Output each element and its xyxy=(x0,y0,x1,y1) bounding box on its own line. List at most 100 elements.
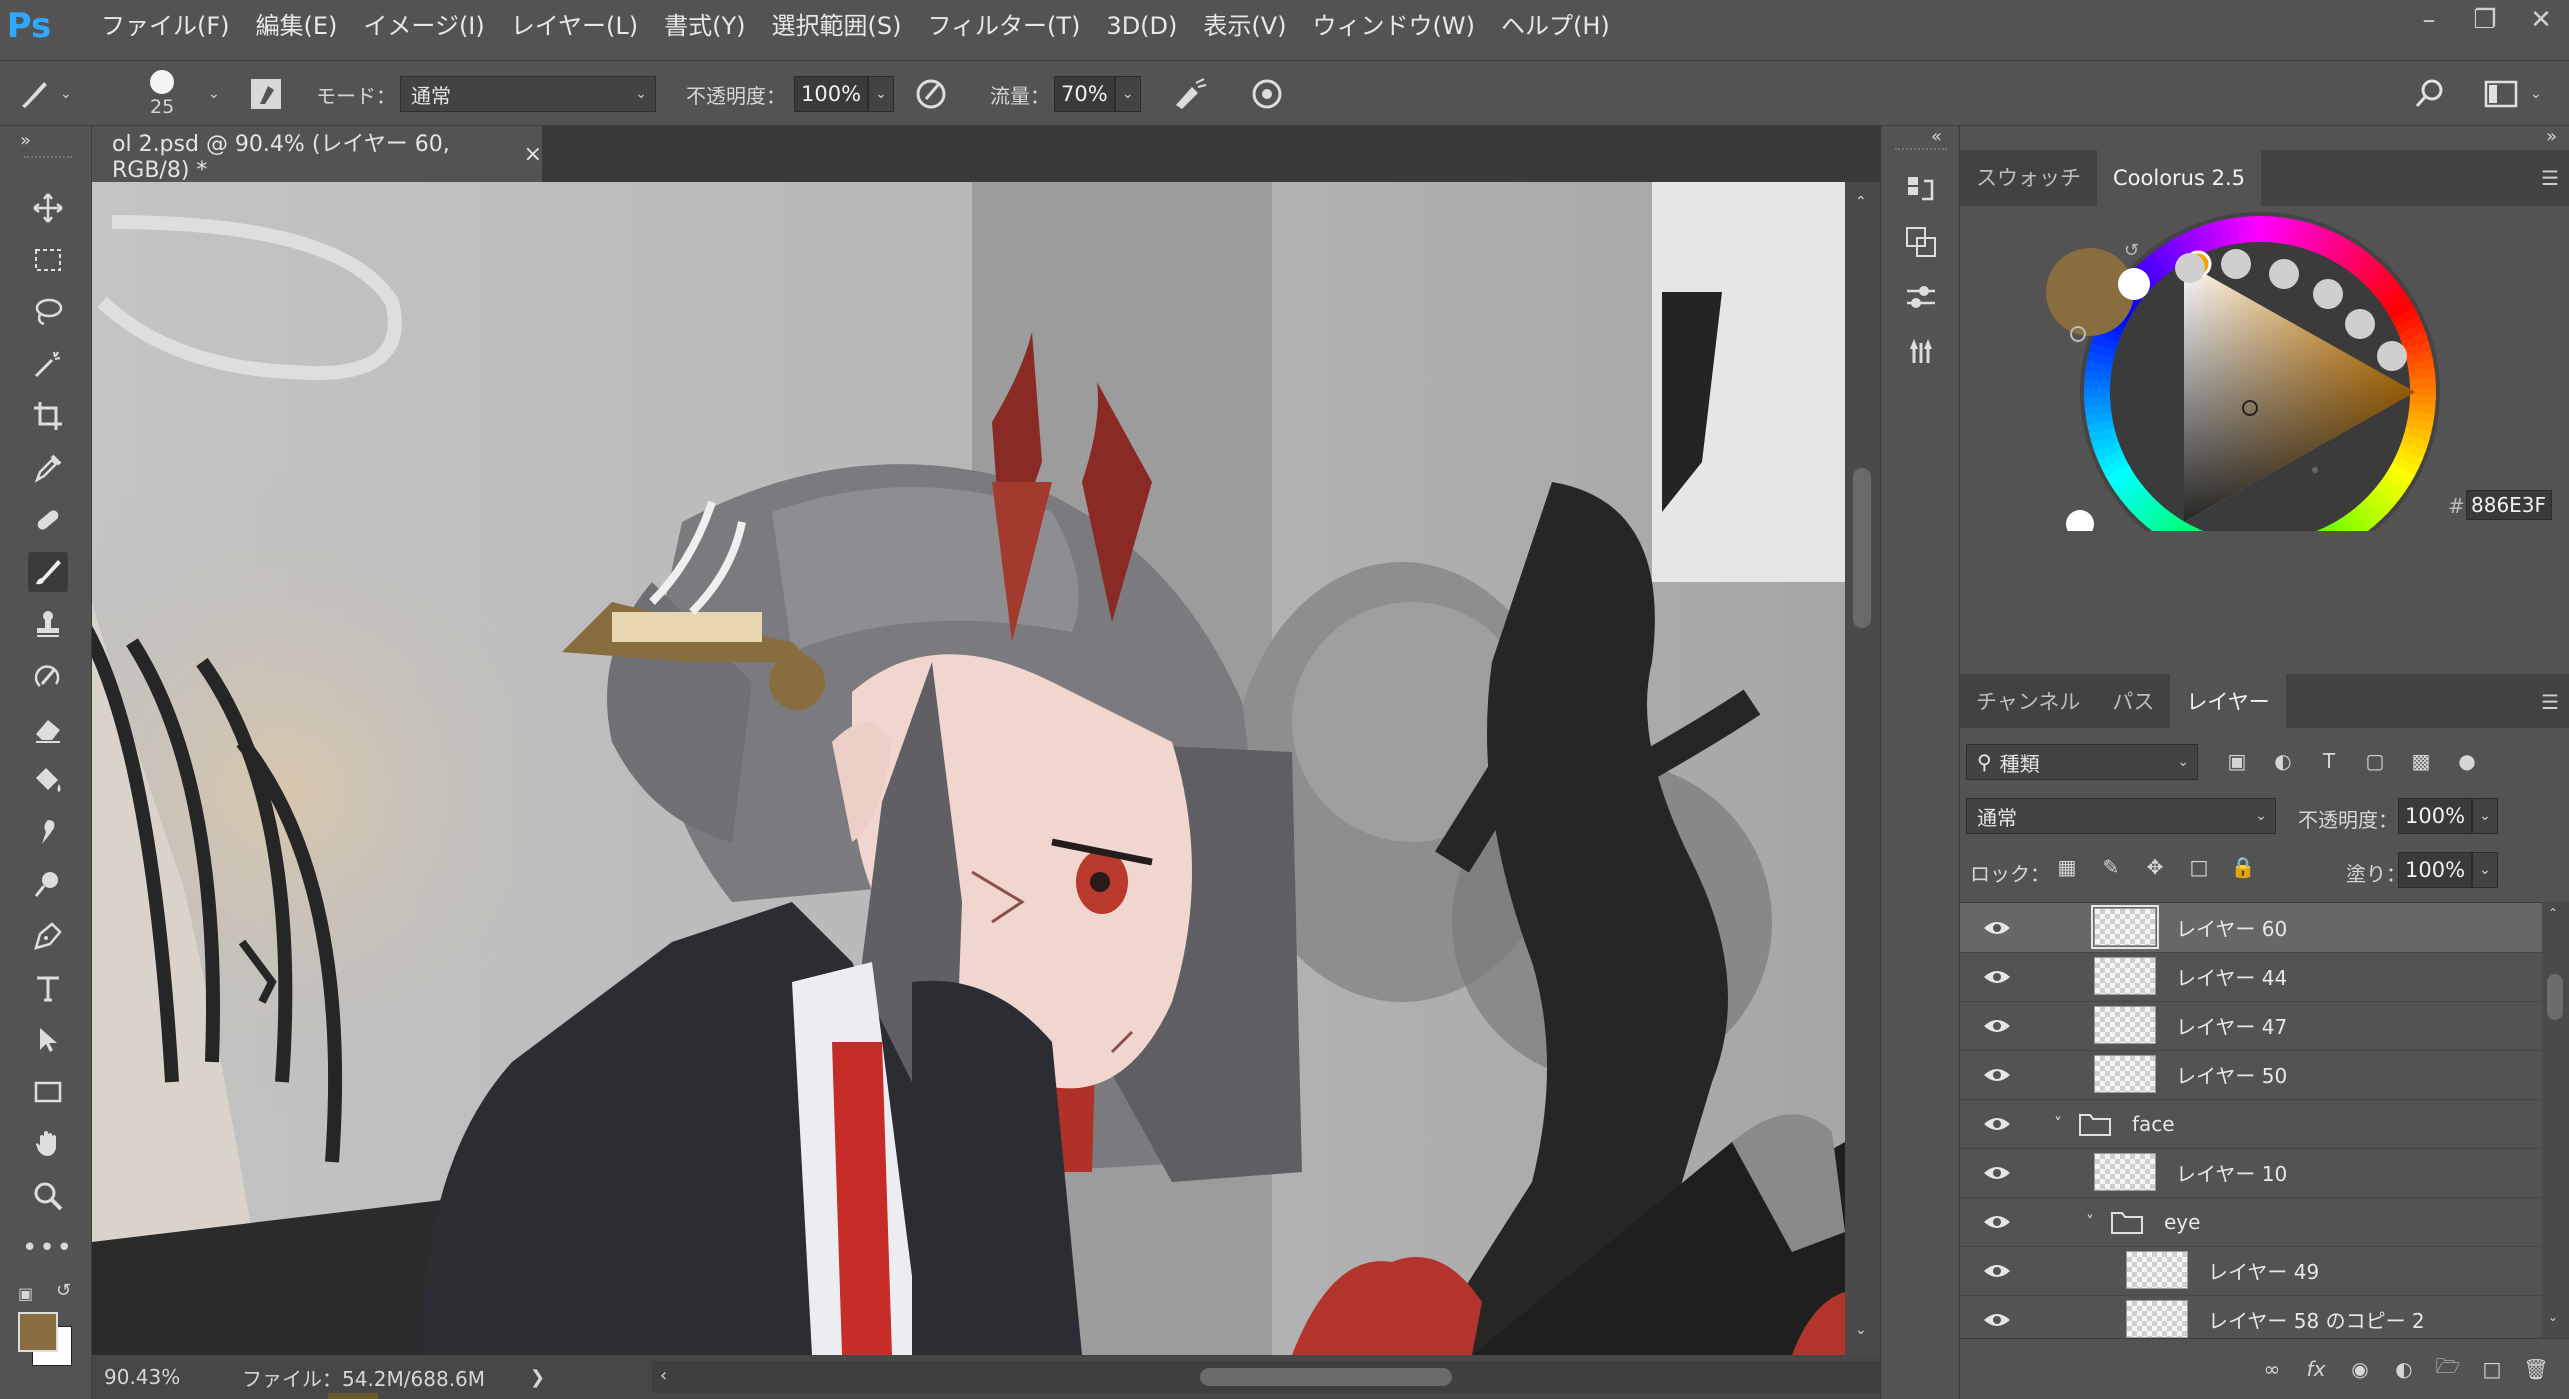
restore-button[interactable]: ❐ xyxy=(2457,0,2513,40)
clone-stamp-tool[interactable] xyxy=(28,604,68,644)
menu-item[interactable]: 表示(V) xyxy=(1190,0,1299,52)
tab-channels[interactable]: チャンネル xyxy=(1960,674,2096,730)
magic-wand-tool[interactable] xyxy=(28,344,68,384)
menu-item[interactable]: フィルター(T) xyxy=(915,0,1094,52)
hand-tool[interactable] xyxy=(28,1124,68,1164)
tab-paths[interactable]: パス xyxy=(2096,674,2170,730)
brush-preset-picker[interactable]: 25 xyxy=(150,61,174,127)
default-colors-icon[interactable]: ▣ xyxy=(18,1284,33,1303)
canvas-vertical-scrollbar[interactable]: ⌃ ⌄ xyxy=(1845,182,1880,1355)
visibility-eye-icon[interactable] xyxy=(1982,967,2012,987)
layer-row[interactable]: レイヤー 60 xyxy=(1960,903,2542,953)
tab-swatches[interactable]: スウォッチ xyxy=(1960,150,2097,206)
visibility-eye-icon[interactable] xyxy=(1982,1114,2012,1134)
link-layers-icon[interactable]: ∞ xyxy=(2257,1354,2287,1384)
tool-preset-picker[interactable]: ⌄ xyxy=(14,61,72,127)
search-button[interactable] xyxy=(2412,61,2448,127)
zoom-level[interactable]: 90.43% xyxy=(92,1365,182,1389)
eyedropper-tool[interactable] xyxy=(28,448,68,488)
panel-collapse-icon[interactable]: » xyxy=(2546,126,2557,147)
path-selection-tool[interactable] xyxy=(28,1020,68,1060)
hex-input[interactable]: 886E3F xyxy=(2466,490,2552,520)
airbrush-toggle[interactable] xyxy=(1170,61,1210,127)
layers-scrollbar[interactable]: ⌃ ⌄ xyxy=(2542,902,2569,1338)
lock-image-icon[interactable]: ✎ xyxy=(2096,852,2126,882)
lock-transparent-icon[interactable]: ▦ xyxy=(2052,852,2082,882)
smudge-tool[interactable] xyxy=(28,812,68,852)
move-tool[interactable] xyxy=(28,188,68,228)
type-tool[interactable] xyxy=(28,968,68,1008)
flow-dropdown[interactable]: ⌄ xyxy=(1114,76,1141,112)
layer-row[interactable]: レイヤー 47 xyxy=(1960,1001,2542,1051)
filter-smart-object-icon[interactable]: ▩ xyxy=(2406,746,2436,776)
more-tools-icon[interactable]: ••• xyxy=(22,1228,72,1268)
eraser-tool[interactable] xyxy=(28,708,68,748)
minimize-button[interactable]: – xyxy=(2401,0,2457,40)
layer-row[interactable]: レイヤー 50 xyxy=(1960,1050,2542,1100)
adjustment-layer-icon[interactable]: ◐ xyxy=(2389,1354,2419,1384)
panel-menu-icon[interactable]: ☰ xyxy=(2541,166,2559,190)
pressure-size-toggle[interactable] xyxy=(1248,61,1286,127)
brush-tool[interactable] xyxy=(28,552,68,592)
delete-layer-icon[interactable]: 🗑 xyxy=(2521,1354,2551,1384)
menu-item[interactable]: 3D(D) xyxy=(1093,0,1190,52)
marquee-tool[interactable] xyxy=(28,240,68,280)
scroll-down-icon[interactable]: ⌄ xyxy=(2548,1310,2558,1324)
workspace-button[interactable]: ⌄ xyxy=(2484,61,2542,127)
dock-expand-icon[interactable]: « xyxy=(1931,126,1942,147)
visibility-eye-icon[interactable] xyxy=(1982,1212,2012,1232)
layer-opacity-dropdown[interactable]: ⌄ xyxy=(2472,798,2499,834)
menu-item[interactable]: イメージ(I) xyxy=(350,0,497,52)
zoom-tool[interactable] xyxy=(28,1176,68,1216)
scroll-down-icon[interactable]: ⌄ xyxy=(1855,1322,1867,1338)
tab-layers[interactable]: レイヤー xyxy=(2170,674,2286,730)
layer-filter-dropdown[interactable]: ⚲ 種類 ⌄ xyxy=(1966,744,2198,780)
layers-panel-menu-icon[interactable]: ☰ xyxy=(2541,690,2559,714)
menu-item[interactable]: ヘルプ(H) xyxy=(1488,0,1623,52)
filter-adjustment-icon[interactable]: ◐ xyxy=(2268,746,2298,776)
canvas-horizontal-scrollbar[interactable]: ‹ › xyxy=(652,1361,1912,1393)
group-expand-chevron-icon[interactable]: ˅ xyxy=(2054,1114,2062,1133)
menu-item[interactable]: ファイル(F) xyxy=(88,0,243,52)
brushes-panel-button[interactable] xyxy=(1901,330,1941,370)
mode-dropdown[interactable]: 通常 ⌄ xyxy=(400,76,656,112)
toolbox-collapse-icon[interactable]: » xyxy=(20,130,31,151)
filter-pixel-icon[interactable]: ▣ xyxy=(2222,746,2252,776)
visibility-eye-icon[interactable] xyxy=(1982,1310,2012,1330)
visibility-eye-icon[interactable] xyxy=(1982,1163,2012,1183)
layer-row[interactable]: レイヤー 10 xyxy=(1960,1148,2542,1198)
menu-item[interactable]: ウィンドウ(W) xyxy=(1300,0,1488,52)
brush-panel-toggle[interactable] xyxy=(248,61,284,127)
layer-row[interactable]: レイヤー 58 のコピー 2 xyxy=(1960,1295,2542,1338)
layer-row[interactable]: ˅ face xyxy=(1960,1099,2542,1149)
fill-input[interactable]: 100% xyxy=(2398,852,2473,888)
rectangle-tool[interactable] xyxy=(28,1072,68,1112)
history-brush-tool[interactable] xyxy=(28,656,68,696)
history-panel-button[interactable] xyxy=(1901,170,1941,210)
layers-scroll-thumb[interactable] xyxy=(2547,974,2563,1020)
dodge-tool[interactable] xyxy=(28,864,68,904)
layer-style-fx-icon[interactable]: fx xyxy=(2301,1354,2331,1384)
flow-input[interactable]: 70% xyxy=(1054,76,1115,112)
visibility-eye-icon[interactable] xyxy=(1982,918,2012,938)
filter-type-icon[interactable]: T xyxy=(2314,746,2344,776)
brush-picker-dropdown[interactable]: ⌄ xyxy=(208,61,220,127)
actions-panel-button[interactable] xyxy=(1901,222,1941,262)
paint-bucket-tool[interactable] xyxy=(28,760,68,800)
swap-colors-icon[interactable]: ↺ xyxy=(56,1280,71,1301)
visibility-eye-icon[interactable] xyxy=(1982,1016,2012,1036)
document-canvas[interactable] xyxy=(92,182,1845,1355)
opacity-input[interactable]: 100% xyxy=(794,76,869,112)
layer-row[interactable]: ˅ eye xyxy=(1960,1197,2542,1247)
visibility-eye-icon[interactable] xyxy=(1982,1065,2012,1085)
menu-item[interactable]: 書式(Y) xyxy=(651,0,758,52)
lasso-tool[interactable] xyxy=(28,292,68,332)
layer-opacity-input[interactable]: 100% xyxy=(2398,798,2473,834)
filter-shape-icon[interactable]: ▢ xyxy=(2360,746,2390,776)
scroll-left-icon[interactable]: ‹ xyxy=(660,1365,667,1386)
tab-coolorus[interactable]: Coolorus 2.5 xyxy=(2097,150,2261,206)
visibility-eye-icon[interactable] xyxy=(1982,1261,2012,1281)
new-group-icon[interactable]: 🗁 xyxy=(2433,1354,2463,1384)
pen-tool[interactable] xyxy=(28,916,68,956)
layer-row[interactable]: レイヤー 44 xyxy=(1960,952,2542,1002)
